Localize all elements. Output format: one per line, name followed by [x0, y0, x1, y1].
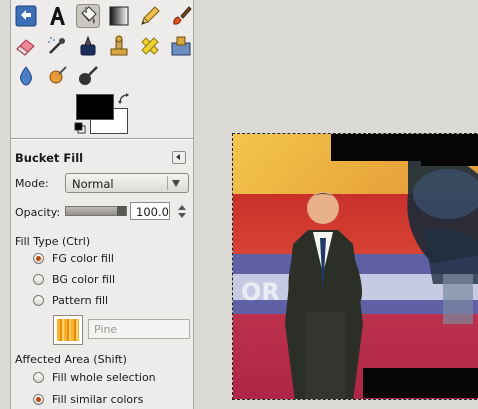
move-tool-icon[interactable]: [14, 4, 38, 28]
toolbox-panel: Bucket Fill Mode: Normal Opacity: 100.0 …: [0, 0, 200, 409]
blend-tool-icon[interactable]: [107, 4, 131, 28]
affected-area-label: Affected Area (Shift): [15, 353, 127, 366]
image-canvas-area[interactable]: OR ONV: [200, 0, 478, 409]
perspective-clone-tool-icon[interactable]: [169, 34, 193, 58]
foreground-color-swatch[interactable]: [76, 94, 114, 120]
fill-whole-selection-label[interactable]: Fill whole selection: [52, 371, 156, 384]
mode-value: Normal: [72, 177, 114, 191]
fill-similar-colors-radio[interactable]: [33, 394, 44, 405]
swap-colors-icon[interactable]: [117, 92, 131, 106]
redaction-bar-bottom: [363, 368, 478, 398]
fg-color-fill-label[interactable]: FG color fill: [52, 252, 114, 265]
heal-tool-icon[interactable]: [138, 34, 162, 58]
fill-type-label: Fill Type (Ctrl): [15, 235, 91, 248]
mode-label: Mode:: [15, 177, 49, 190]
airbrush-tool-icon[interactable]: [45, 34, 69, 58]
spin-down-icon[interactable]: [178, 213, 186, 218]
toolbox-left-edge: [0, 0, 11, 409]
bg-color-fill-radio[interactable]: [33, 274, 44, 285]
clone-tool-icon[interactable]: [107, 34, 131, 58]
fill-whole-selection-radio[interactable]: [33, 372, 44, 383]
pattern-fill-radio[interactable]: [33, 295, 44, 306]
fg-color-fill-radio[interactable]: [33, 253, 44, 264]
fill-similar-colors-label[interactable]: Fill similar colors: [52, 393, 143, 406]
opacity-slider-handle[interactable]: [117, 206, 126, 216]
pattern-preview-image: [57, 319, 79, 341]
dodge-burn-tool-icon[interactable]: [76, 64, 100, 88]
opacity-spinner[interactable]: [175, 202, 189, 220]
toolbox-right-edge: [193, 0, 200, 409]
image-selection[interactable]: OR ONV: [232, 133, 478, 400]
bucket-fill-tool-icon[interactable]: [76, 4, 100, 28]
opacity-input[interactable]: 100.0: [130, 202, 170, 220]
spin-up-icon[interactable]: [178, 205, 186, 210]
photo-image[interactable]: OR ONV: [233, 134, 478, 400]
paintbrush-tool-icon[interactable]: [169, 4, 193, 28]
ink-tool-icon[interactable]: [76, 34, 100, 58]
pencil-tool-icon[interactable]: [138, 4, 162, 28]
opacity-slider[interactable]: [65, 206, 127, 216]
tool-options-menu-button[interactable]: [172, 151, 186, 164]
opacity-label: Opacity:: [15, 206, 61, 219]
default-colors-icon[interactable]: [74, 122, 86, 134]
pattern-preview-button[interactable]: [53, 315, 83, 345]
redaction-bar-top-right: [421, 134, 478, 166]
mode-select[interactable]: Normal: [65, 173, 189, 193]
toolbox-separator: [11, 138, 193, 140]
pattern-name-field: Pine: [88, 319, 190, 339]
smudge-tool-icon[interactable]: [45, 64, 69, 88]
mode-select-divider: [167, 176, 168, 190]
color-area: [74, 92, 134, 138]
redaction-bar-top: [331, 134, 426, 161]
text-tool-icon[interactable]: [45, 4, 69, 28]
tool-options-panel: Bucket Fill Mode: Normal Opacity: 100.0 …: [11, 143, 193, 409]
tool-options-title: Bucket Fill: [15, 151, 84, 165]
pattern-fill-label[interactable]: Pattern fill: [52, 294, 108, 307]
blur-sharpen-tool-icon[interactable]: [14, 64, 38, 88]
chevron-down-icon: [172, 180, 180, 187]
bg-color-fill-label[interactable]: BG color fill: [52, 273, 115, 286]
eraser-tool-icon[interactable]: [14, 34, 38, 58]
